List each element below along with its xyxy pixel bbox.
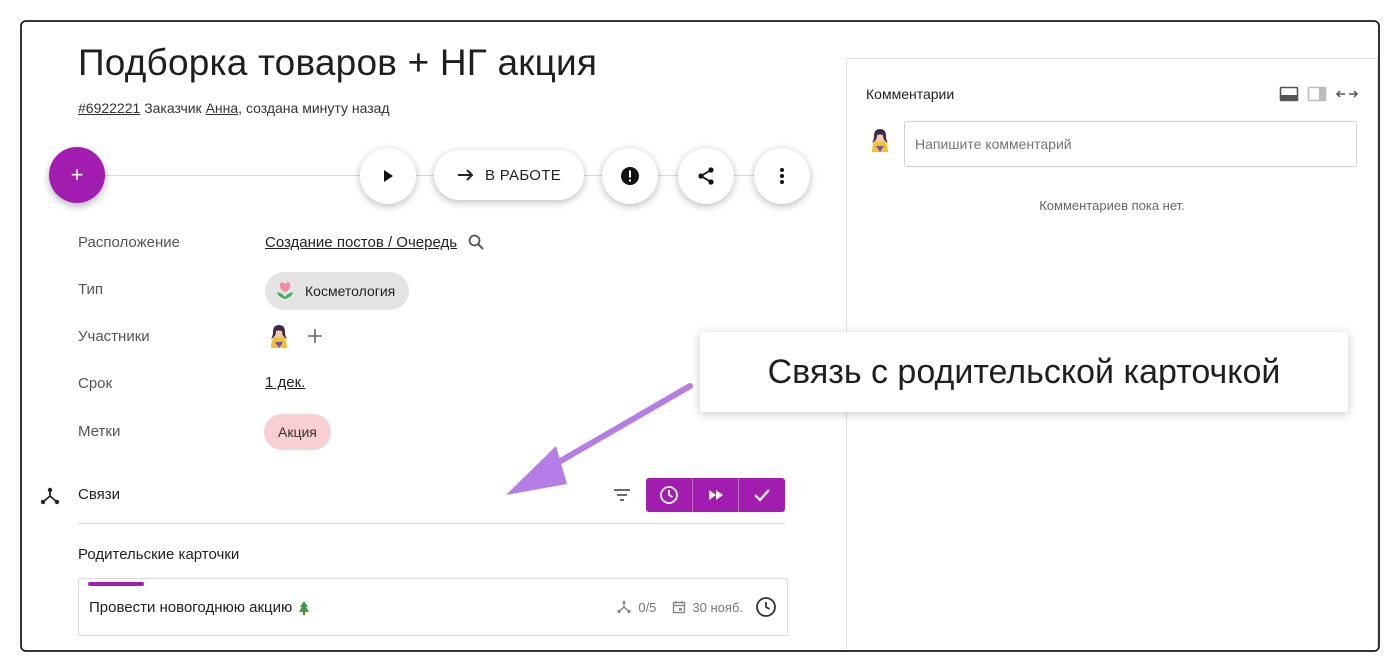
layout-side-icon[interactable]	[1307, 86, 1327, 102]
tree-icon	[299, 600, 310, 615]
location-link[interactable]: Создание постов / Очередь	[265, 234, 457, 251]
filter-icon[interactable]	[612, 486, 632, 504]
due-link[interactable]: 1 дек.	[265, 374, 305, 391]
task-meta: #6922221 Заказчик Анна, создана минуту н…	[78, 100, 390, 116]
parent-cards-title: Родительские карточки	[78, 546, 240, 563]
created-text: , создана минуту назад	[238, 100, 390, 116]
links-divider	[78, 523, 785, 524]
search-icon[interactable]	[467, 233, 485, 251]
tag-chip[interactable]: Акция	[264, 414, 331, 450]
task-id-link[interactable]: #6922221	[78, 100, 140, 116]
tulip-icon	[277, 282, 293, 299]
fast-forward-button[interactable]	[693, 478, 740, 512]
expand-horizontal-icon[interactable]	[1335, 88, 1359, 100]
more-vert-icon	[780, 168, 784, 184]
card-date: 30 нояб.	[692, 599, 743, 615]
arrow-right-icon	[457, 169, 474, 181]
card-title-row: Провести новогоднюю акцию	[89, 599, 310, 616]
card-title: Провести новогоднюю акцию	[89, 599, 293, 616]
play-icon	[384, 170, 393, 182]
check-icon	[754, 489, 770, 502]
clock-button[interactable]	[646, 478, 693, 512]
card-meta: 0/5 30 нояб.	[616, 596, 777, 618]
links-title: Связи	[78, 486, 121, 503]
card-accent-bar	[88, 582, 144, 586]
page-title: Подборка товаров + НГ акция	[78, 42, 598, 83]
add-member-icon[interactable]	[307, 328, 323, 344]
location-label: Расположение	[78, 234, 180, 251]
type-value: Косметология	[305, 283, 396, 299]
members-field	[265, 322, 323, 350]
links-action-group	[646, 478, 785, 512]
tag-value: Акция	[278, 424, 317, 440]
more-button[interactable]	[754, 148, 810, 204]
callout-annotation: Связь с родительской карточкой	[700, 332, 1348, 412]
card-subtasks: 0/5	[638, 599, 657, 615]
subtasks-icon	[617, 600, 631, 614]
alert-icon	[621, 167, 639, 185]
parent-card[interactable]: Провести новогоднюю акцию 0/5 30 нояб.	[78, 578, 788, 636]
check-button[interactable]	[739, 478, 785, 512]
comment-input[interactable]	[904, 121, 1357, 167]
customer-link[interactable]: Анна	[206, 100, 239, 116]
calendar-icon	[673, 601, 686, 614]
add-button[interactable]: +	[49, 147, 105, 203]
comments-empty-text: Комментариев пока нет.	[1039, 198, 1185, 213]
avatar	[872, 129, 888, 152]
clock-icon[interactable]	[755, 596, 777, 618]
status-label: В РАБОТЕ	[484, 166, 562, 184]
share-icon	[698, 167, 714, 185]
share-button[interactable]	[678, 148, 734, 204]
plus-icon: +	[70, 162, 84, 187]
due-label: Срок	[78, 375, 113, 392]
avatar[interactable]	[265, 322, 293, 350]
comments-title: Комментарии	[866, 86, 955, 102]
type-label: Тип	[78, 281, 104, 298]
play-button[interactable]	[360, 148, 416, 204]
members-label: Участники	[78, 328, 150, 345]
location-field: Создание постов / Очередь	[265, 233, 485, 251]
customer-label: Заказчик	[144, 100, 202, 116]
panel-layout-controls	[1279, 86, 1359, 102]
fast-forward-icon	[708, 490, 723, 500]
layout-bottom-icon[interactable]	[1279, 86, 1299, 102]
due-field: 1 дек.	[265, 374, 305, 391]
type-chip[interactable]: Косметология	[265, 272, 410, 310]
links-icon	[40, 487, 60, 505]
clock-icon	[659, 486, 678, 504]
status-button[interactable]: В РАБОТЕ	[434, 150, 584, 200]
priority-button[interactable]	[602, 148, 658, 204]
tags-label: Метки	[78, 423, 121, 440]
